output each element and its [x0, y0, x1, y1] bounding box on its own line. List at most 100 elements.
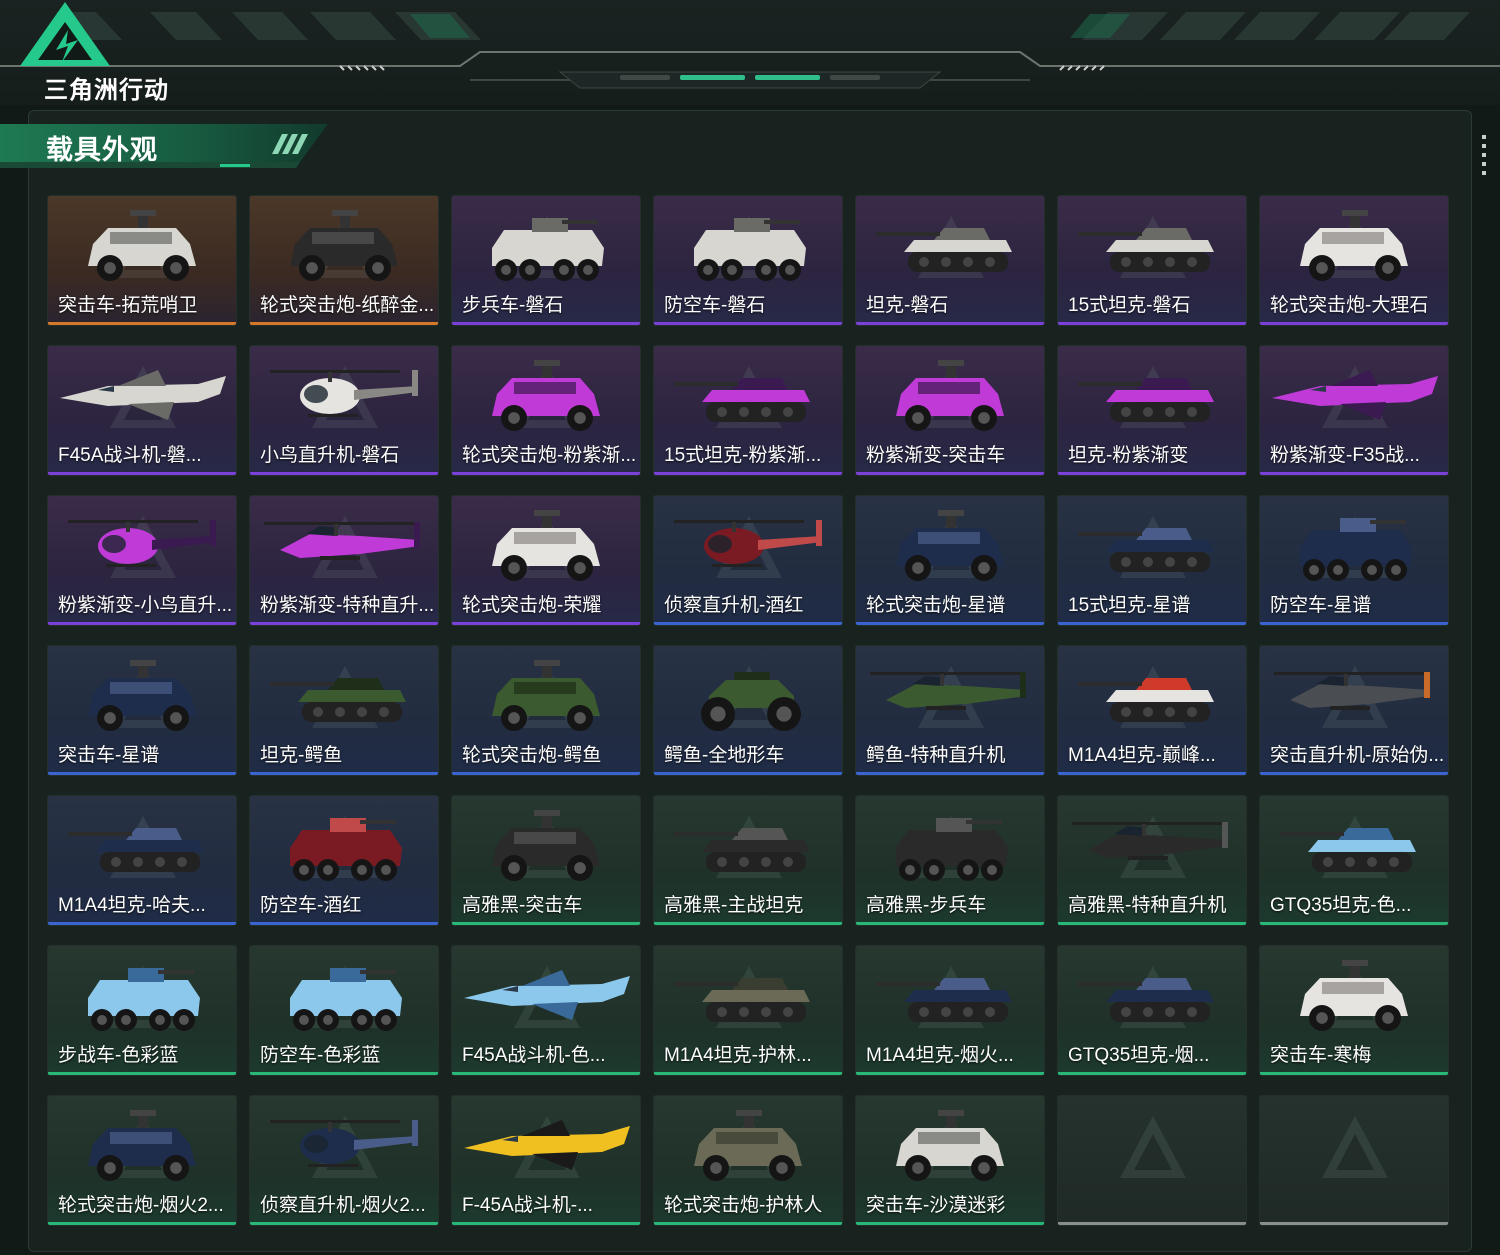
rarity-bar [452, 622, 640, 625]
skin-card[interactable]: 侦察直升机-酒红 [653, 495, 843, 626]
rarity-bar [856, 322, 1044, 325]
car-vehicle-icon [492, 510, 600, 581]
rarity-bar [1058, 622, 1246, 625]
skin-name: 防空车-星谱 [1270, 595, 1372, 616]
rarity-bar [250, 1072, 438, 1075]
atv-vehicle-icon [701, 672, 801, 731]
skin-card[interactable]: 高雅黑-特种直升机 [1057, 795, 1247, 926]
rarity-bar [1058, 472, 1246, 475]
skin-name: 步兵车-磐石 [462, 295, 564, 316]
rarity-bar [654, 922, 842, 925]
skin-card[interactable]: 鳄鱼-全地形车 [653, 645, 843, 776]
heli-vehicle-icon [68, 520, 216, 567]
rarity-bar [250, 772, 438, 775]
skin-card[interactable]: GTQ35坦克-色... [1259, 795, 1449, 926]
skin-card[interactable]: 轮式突击炮-大理石 [1259, 195, 1449, 326]
skin-name: F45A战斗机-色... [462, 1045, 606, 1066]
rarity-bar [48, 1072, 236, 1075]
tank-vehicle-icon [1078, 378, 1214, 422]
skin-card[interactable]: 轮式突击炮-粉紫渐... [451, 345, 641, 476]
empty-skin-slot [1259, 1095, 1449, 1226]
skin-card[interactable]: 15式坦克-星谱 [1057, 495, 1247, 626]
rarity-bar [1058, 1222, 1246, 1225]
tank-vehicle-icon [1078, 228, 1214, 272]
skin-card[interactable]: F45A战斗机-色... [451, 945, 641, 1076]
skin-card[interactable]: 突击车-沙漠迷彩 [855, 1095, 1045, 1226]
skin-card[interactable]: 步兵车-磐石 [451, 195, 641, 326]
skin-card[interactable]: 轮式突击炮-烟火2... [47, 1095, 237, 1226]
skin-card[interactable]: 防空车-星谱 [1259, 495, 1449, 626]
skin-card[interactable]: 坦克-鳄鱼 [249, 645, 439, 776]
section-title: 载具外观 [46, 135, 158, 165]
car-vehicle-icon [694, 1110, 802, 1181]
logo-wordmark: 三角洲行动 [44, 76, 169, 104]
skin-card[interactable]: GTQ35坦克-烟... [1057, 945, 1247, 1076]
skin-card[interactable]: 粉紫渐变-小鸟直升... [47, 495, 237, 626]
skin-card[interactable]: 突击车-星谱 [47, 645, 237, 776]
empty-skin-slot [1057, 1095, 1247, 1226]
skin-card[interactable]: 步战车-色彩蓝 [47, 945, 237, 1076]
skin-card[interactable]: 防空车-磐石 [653, 195, 843, 326]
skin-card[interactable]: 轮式突击炮-鳄鱼 [451, 645, 641, 776]
header-decoration [0, 12, 1500, 89]
attack-vehicle-icon [264, 522, 420, 560]
skin-card[interactable]: 突击直升机-原始伪... [1259, 645, 1449, 776]
apc-vehicle-icon [896, 818, 1008, 881]
rarity-bar [452, 1072, 640, 1075]
skin-card[interactable]: M1A4坦克-巅峰... [1057, 645, 1247, 776]
skin-card[interactable]: M1A4坦克-哈夫... [47, 795, 237, 926]
tank-vehicle-icon [270, 678, 406, 722]
skin-card[interactable]: 15式坦克-磐石 [1057, 195, 1247, 326]
car-vehicle-icon [88, 1110, 196, 1181]
skin-card[interactable]: 高雅黑-突击车 [451, 795, 641, 926]
rarity-bar [1260, 622, 1448, 625]
skin-card[interactable]: 突击车-寒梅 [1259, 945, 1449, 1076]
skin-name: 粉紫渐变-小鸟直升... [58, 595, 233, 616]
skin-name: 坦克-粉紫渐变 [1068, 445, 1189, 466]
skin-card[interactable]: 粉紫渐变-特种直升... [249, 495, 439, 626]
apc-vehicle-icon [290, 818, 402, 881]
skin-name: 粉紫渐变-突击车 [866, 445, 1006, 466]
skin-card[interactable]: M1A4坦克-烟火... [855, 945, 1045, 1076]
scroll-indicator[interactable] [1482, 135, 1486, 180]
skin-card[interactable]: F-45A战斗机-... [451, 1095, 641, 1226]
skin-card[interactable]: 突击车-拓荒哨卫 [47, 195, 237, 326]
skin-name: 轮式突击炮-大理石 [1270, 295, 1429, 316]
skin-card[interactable]: 粉紫渐变-F35战... [1259, 345, 1449, 476]
rarity-bar [1058, 322, 1246, 325]
skin-name: 坦克-鳄鱼 [260, 745, 343, 766]
jet-vehicle-icon [464, 1120, 630, 1170]
tank-vehicle-icon [1078, 678, 1214, 722]
skin-card[interactable]: 侦察直升机-烟火2... [249, 1095, 439, 1226]
rarity-bar [1260, 922, 1448, 925]
skin-card[interactable]: 轮式突击炮-纸醉金... [249, 195, 439, 326]
skin-card[interactable]: 防空车-酒红 [249, 795, 439, 926]
skin-card[interactable]: 高雅黑-步兵车 [855, 795, 1045, 926]
skin-name: 高雅黑-突击车 [462, 895, 583, 916]
tank-vehicle-icon [1280, 828, 1416, 872]
rarity-bar [452, 1222, 640, 1225]
heli-vehicle-icon [270, 370, 418, 417]
skin-card[interactable]: 轮式突击炮-荣耀 [451, 495, 641, 626]
skin-card[interactable]: 防空车-色彩蓝 [249, 945, 439, 1076]
skin-card[interactable]: 高雅黑-主战坦克 [653, 795, 843, 926]
skin-card[interactable]: 坦克-磐石 [855, 195, 1045, 326]
skin-name: 高雅黑-主战坦克 [664, 895, 804, 916]
skin-card[interactable]: 粉紫渐变-突击车 [855, 345, 1045, 476]
skin-name: 轮式突击炮-烟火2... [58, 1195, 224, 1216]
rarity-bar [856, 472, 1044, 475]
skin-name: 侦察直升机-烟火2... [260, 1195, 426, 1216]
skin-card[interactable]: F45A战斗机-磐... [47, 345, 237, 476]
skin-card[interactable]: M1A4坦克-护林... [653, 945, 843, 1076]
skin-card[interactable]: 15式坦克-粉紫渐... [653, 345, 843, 476]
rarity-bar [48, 1222, 236, 1225]
skin-card[interactable]: 轮式突击炮-星谱 [855, 495, 1045, 626]
skin-name: 高雅黑-步兵车 [866, 895, 987, 916]
skin-card[interactable]: 小鸟直升机-磐石 [249, 345, 439, 476]
car-vehicle-icon [492, 810, 600, 881]
skin-card[interactable]: 鳄鱼-特种直升机 [855, 645, 1045, 776]
rarity-bar [48, 922, 236, 925]
skin-card[interactable]: 轮式突击炮-护林人 [653, 1095, 843, 1226]
skin-card[interactable]: 坦克-粉紫渐变 [1057, 345, 1247, 476]
skin-name: 小鸟直升机-磐石 [260, 445, 400, 466]
